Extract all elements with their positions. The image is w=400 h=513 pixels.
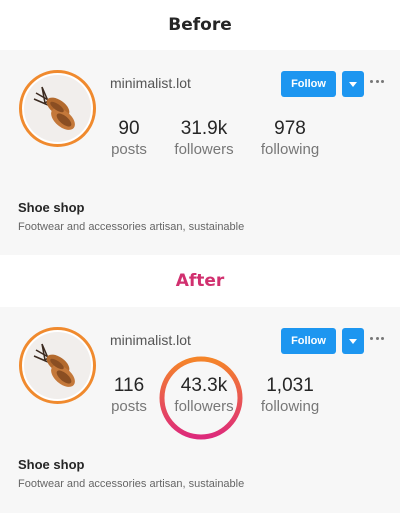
before-heading: Before [0, 0, 400, 50]
ellipsis-icon[interactable] [370, 335, 384, 341]
following-label: following [260, 398, 320, 415]
bio-description: Footwear and accessories artisan, sustai… [18, 221, 245, 233]
shoe-photo-icon [24, 75, 91, 142]
avatar[interactable] [19, 327, 96, 404]
bio-description: Footwear and accessories artisan, sustai… [18, 478, 245, 490]
ellipsis-icon[interactable] [370, 78, 384, 84]
following-count: 978 [274, 118, 306, 139]
following-count: 1,031 [266, 375, 314, 396]
followers-count: 31.9k [180, 118, 228, 139]
followers-label: followers [174, 141, 234, 158]
caret-down-icon [349, 81, 357, 87]
caret-down-icon [349, 338, 357, 344]
dropdown-button[interactable] [342, 328, 364, 354]
avatar[interactable] [19, 70, 96, 147]
posts-stat: 116 posts [104, 375, 154, 417]
following-stat[interactable]: 978 following [255, 118, 325, 160]
username: minimalist.lot [110, 75, 191, 91]
profile-card-before: minimalist.lot Follow 90 posts 31.9k fol… [0, 50, 400, 255]
follow-button[interactable]: Follow [281, 328, 336, 354]
followers-label: followers [174, 398, 234, 415]
followers-count: 43.3k [180, 375, 228, 396]
shoe-photo-icon [24, 332, 91, 399]
posts-label: posts [111, 141, 147, 158]
posts-count: 116 [113, 375, 145, 396]
username: minimalist.lot [110, 332, 191, 348]
following-label: following [260, 141, 320, 158]
bio-name: Shoe shop [18, 200, 85, 215]
following-stat[interactable]: 1,031 following [255, 375, 325, 417]
dropdown-button[interactable] [342, 71, 364, 97]
bio-name: Shoe shop [18, 457, 85, 472]
posts-count: 90 [118, 118, 140, 139]
followers-stat[interactable]: 31.9k followers [165, 118, 243, 160]
after-heading: After [0, 255, 400, 307]
posts-stat: 90 posts [104, 118, 154, 160]
profile-card-after: minimalist.lot Follow 116 posts 43.3k fo… [0, 307, 400, 513]
follow-button[interactable]: Follow [281, 71, 336, 97]
followers-stat[interactable]: 43.3k followers [165, 375, 243, 417]
posts-label: posts [111, 398, 147, 415]
